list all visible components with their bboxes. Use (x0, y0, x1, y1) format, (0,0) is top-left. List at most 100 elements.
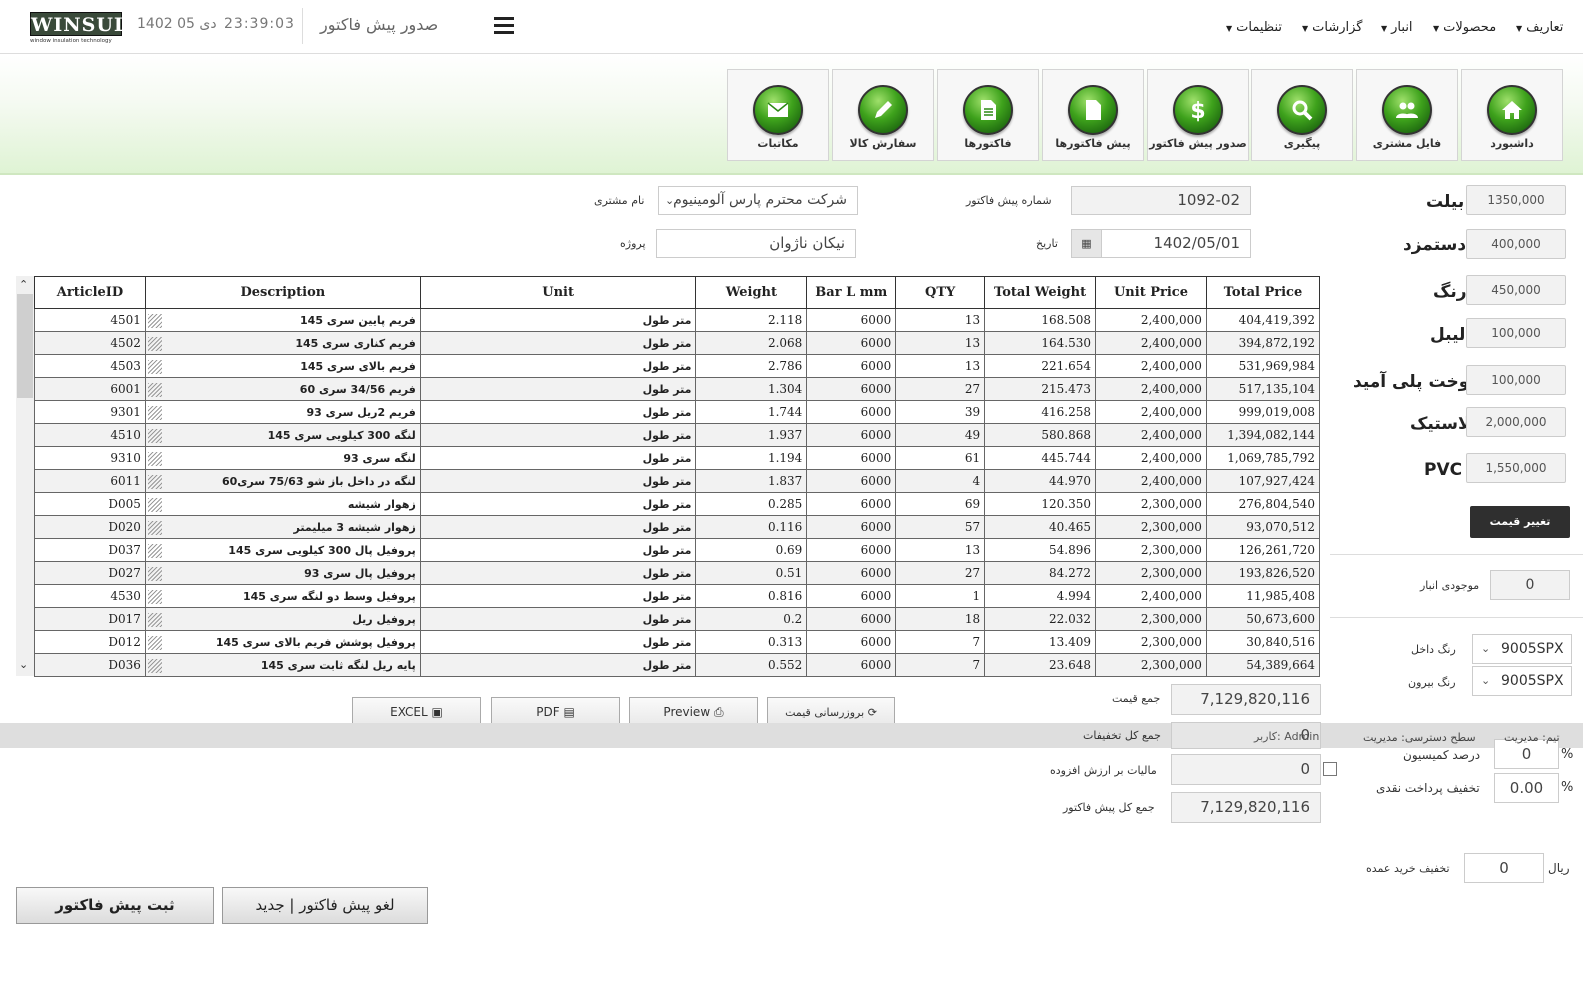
scrollbar-thumb[interactable] (17, 294, 33, 398)
users-icon (1382, 85, 1432, 135)
table-row[interactable]: D037 پروفیل پال 300 کیلویی سری 145 متر طول… (34, 538, 1321, 562)
cell-articleid: 4530 (34, 584, 146, 608)
menu-warehouse[interactable]: ▼ انبار (1381, 20, 1413, 35)
cell-total-price: 394,872,192 (1205, 331, 1321, 355)
menu-products[interactable]: ▼ محصولات (1433, 20, 1496, 35)
date-input[interactable]: 1402/05/01 (1101, 229, 1251, 258)
resize-grip-icon (147, 636, 162, 650)
price-input-billet[interactable]: 1350,000 (1466, 185, 1566, 215)
cell-description: پایه ریل لنگه ثابت سری 145 (144, 653, 421, 677)
status-bar (0, 723, 1583, 748)
sum-field: 7,129,820,116 (1171, 684, 1321, 715)
table-row[interactable]: 4530 پروفیل وسط دو لنگه سری 145 متر طول 0.8… (34, 584, 1321, 608)
inner-color-label: رنگ داخل (1411, 643, 1456, 656)
tile-correspondence[interactable]: مکاتبات (727, 69, 829, 161)
table-row[interactable]: 4502 فریم کناری سری 145 متر طول 2.068 6000 13… (34, 331, 1321, 355)
resize-grip-icon (147, 590, 162, 604)
resize-grip-icon (147, 383, 162, 397)
table-row[interactable]: D012 پروفیل پوشش فریم بالای سری 145 متر طو… (34, 630, 1321, 654)
tile-order-goods[interactable]: سفارش کالا (832, 69, 934, 161)
save-proforma-button[interactable]: ثبت پیش فاکتور (16, 887, 214, 924)
table-scrollbar[interactable]: ⌃ ⌄ (16, 276, 34, 676)
cash-discount-input[interactable]: 0.00 (1494, 773, 1559, 803)
outer-color-select[interactable]: ⌄ 9005SPX (1472, 666, 1572, 696)
menu-definitions[interactable]: ▼ تعاریف (1516, 20, 1563, 35)
table-row[interactable]: D020 زهوار شیشه 3 میلیمتر متر طول 0.116 6000… (34, 515, 1321, 539)
tile-followup[interactable]: پیگیری (1251, 69, 1353, 161)
price-input-pvc[interactable]: 1,550,000 (1466, 453, 1566, 483)
cell-total-weight: 13.409 (984, 630, 1097, 654)
cancel-proforma-button[interactable]: لغو پیش فاکتور | جدید (222, 887, 428, 924)
cell-description: پروفیل پوشش فریم بالای سری 145 (144, 630, 421, 654)
col-header-total-price[interactable]: Total Price (1205, 276, 1321, 309)
cell-qty: 7 (895, 630, 986, 654)
cell-unit-price: 2,300,000 (1095, 561, 1207, 585)
table-row[interactable]: D005 زهوار شیشه متر طول 0.285 6000 69 120.350 2… (34, 492, 1321, 516)
col-header-qty[interactable]: QTY (895, 276, 986, 309)
col-header-articleid[interactable]: ArticleID (34, 276, 146, 309)
cell-bar-length: 6000 (806, 538, 897, 562)
cell-bar-length: 6000 (806, 331, 897, 355)
table-row[interactable]: 6001 فریم 34/56 سری 60 متر طول 1.304 6000 27 2… (34, 377, 1321, 401)
customer-select[interactable]: ⌄ شرکت محترم پارس آلومینیوم (658, 186, 858, 215)
col-header-description[interactable]: Description (144, 276, 421, 309)
tile-customer-file[interactable]: فایل مشتری (1356, 69, 1458, 161)
calendar-icon[interactable]: ▦ (1071, 229, 1102, 258)
col-header-weight[interactable]: Weight (695, 276, 808, 309)
table-row[interactable]: 4501 فریم پایین سری 145 متر طول 2.118 6000 13… (34, 308, 1321, 332)
price-input-label[interactable]: 100,000 (1466, 318, 1566, 348)
cell-unit: متر طول (419, 584, 697, 608)
cell-total-price: 50,673,600 (1205, 607, 1321, 631)
rial-unit: ریال (1548, 861, 1570, 875)
price-input-rubber[interactable]: 2,000,000 (1466, 407, 1566, 437)
cell-total-price: 517,135,104 (1205, 377, 1321, 401)
price-input-color[interactable]: 450,000 (1466, 275, 1566, 305)
col-header-unit[interactable]: Unit (419, 276, 697, 309)
table-row[interactable]: D027 پروفیل پال سری 93 متر طول 0.51 6000 27 84… (34, 561, 1321, 585)
table-row[interactable]: 9310 لنگه سری 93 متر طول 1.194 6000 61 445.744… (34, 446, 1321, 470)
bulk-discount-input[interactable]: 0 (1464, 853, 1544, 883)
inner-color-select[interactable]: ⌄ 9005SPX (1472, 634, 1572, 664)
table-row[interactable]: 6011 لنگه در داخل باز شو 75/63 سری60 متر ط… (34, 469, 1321, 493)
invoice-icon (963, 85, 1013, 135)
table-row[interactable]: 4503 فریم بالای سری 145 متر طول 2.786 6000 13… (34, 354, 1321, 378)
tile-issue-proforma[interactable]: $ صدور پیش فاکتور (1147, 69, 1249, 161)
resize-grip-icon (147, 659, 162, 673)
hamburger-menu-icon[interactable] (494, 17, 514, 35)
price-input-wage[interactable]: 400,000 (1466, 229, 1566, 259)
logo[interactable]: WINSUL window insulation technology (30, 12, 127, 45)
cell-articleid: 9310 (34, 446, 146, 470)
cell-articleid: D027 (34, 561, 146, 585)
tile-dashboard[interactable]: داشبورد (1461, 69, 1563, 161)
menu-settings[interactable]: ▼ تنظیمات (1226, 20, 1282, 35)
cell-unit: متر طول (419, 653, 697, 677)
cell-total-price: 404,419,392 (1205, 308, 1321, 332)
table-row[interactable]: D036 پایه ریل لنگه ثابت سری 145 متر طول 0.5… (34, 653, 1321, 677)
col-header-unit-price[interactable]: Unit Price (1095, 276, 1207, 309)
tile-invoices[interactable]: فاکتورها (937, 69, 1039, 161)
table-row[interactable]: 9301 فریم 2ریل سری 93 متر طول 1.744 6000 39 41… (34, 400, 1321, 424)
scroll-down-icon[interactable]: ⌄ (19, 658, 28, 671)
price-label-color: رنگ (1433, 282, 1467, 302)
project-input[interactable]: نیکان ناژوان (656, 229, 856, 258)
cell-articleid: 4510 (34, 423, 146, 447)
table-row[interactable]: 4510 لنگه 300 کیلویی سری 145 متر طول 1.937 6… (34, 423, 1321, 447)
scroll-up-icon[interactable]: ⌃ (19, 278, 28, 291)
table-row[interactable]: D017 پروفیل ریل متر طول 0.2 6000 18 22.032 2,30… (34, 607, 1321, 631)
cell-articleid: 4501 (34, 308, 146, 332)
vat-checkbox[interactable] (1323, 762, 1337, 776)
price-label-wage: دستمزد (1403, 235, 1467, 255)
change-price-button[interactable]: تغییر قیمت (1470, 506, 1570, 538)
resize-grip-icon (147, 406, 162, 420)
cell-qty: 27 (895, 377, 986, 401)
price-input-polyamide[interactable]: 100,000 (1466, 365, 1566, 395)
cell-total-price: 1,394,082,144 (1205, 423, 1321, 447)
cell-articleid: D020 (34, 515, 146, 539)
tile-proformas[interactable]: پیش فاکتورها (1042, 69, 1144, 161)
cell-unit: متر طول (419, 308, 697, 332)
menu-reports[interactable]: ▼ گزارشات (1302, 20, 1363, 35)
cell-weight: 0.313 (695, 630, 808, 654)
col-header-total-weight[interactable]: Total Weight (984, 276, 1097, 309)
cell-articleid: D012 (34, 630, 146, 654)
col-header-bar-length[interactable]: Bar L mm (806, 276, 897, 309)
